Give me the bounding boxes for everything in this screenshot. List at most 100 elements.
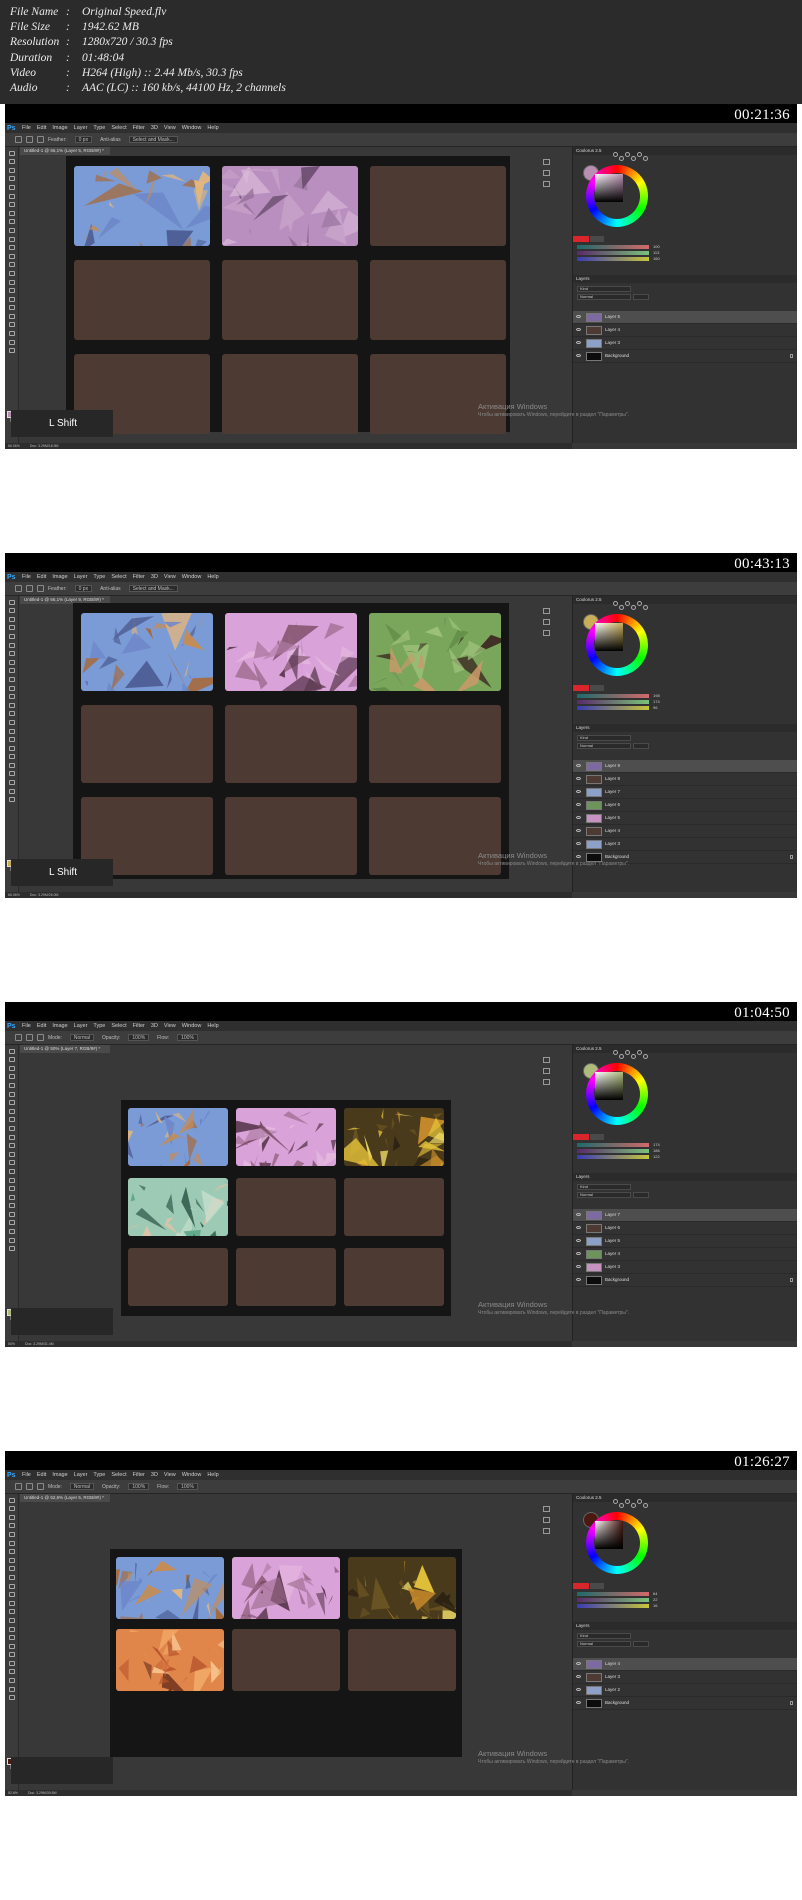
gradient-tool-icon[interactable] (8, 1592, 15, 1598)
color-wheel[interactable] (586, 1063, 648, 1125)
type-tool-icon[interactable] (8, 279, 15, 285)
menu-item-view[interactable]: View (164, 574, 176, 580)
option-field[interactable]: 100% (177, 1034, 198, 1041)
more-tool-icon[interactable] (8, 322, 15, 328)
healing-tool-icon[interactable] (8, 651, 15, 657)
rectangle-tool-icon[interactable] (8, 1643, 15, 1649)
menu-item-edit[interactable]: Edit (37, 1472, 46, 1478)
healing-tool-icon[interactable] (8, 1549, 15, 1555)
preset-dot[interactable] (625, 1050, 630, 1055)
color-slider[interactable] (577, 1149, 649, 1153)
blur-tool-icon[interactable] (8, 702, 15, 708)
saturation-square[interactable] (595, 1072, 623, 1100)
color-wheel[interactable] (586, 614, 648, 676)
hand-tool-icon[interactable] (8, 1652, 15, 1658)
more-tool-icon[interactable] (8, 771, 15, 777)
document-canvas[interactable] (66, 156, 510, 434)
move-tool-icon[interactable] (8, 1497, 15, 1503)
menu-item-file[interactable]: File (22, 125, 31, 131)
layer-kind-filter[interactable]: Kind (577, 286, 631, 292)
blend-mode-select[interactable]: Normal (577, 294, 631, 300)
hand-icon[interactable] (543, 1528, 550, 1534)
edit-toolbar-tool-icon[interactable] (8, 780, 15, 786)
pin-icon[interactable] (543, 170, 550, 176)
preset-dot[interactable] (625, 152, 630, 157)
eye-icon[interactable] (576, 1226, 581, 1229)
option-field[interactable]: 100% (128, 1034, 150, 1041)
color-slider[interactable] (577, 251, 649, 255)
color-slider[interactable] (577, 706, 649, 710)
tool-preset-icon[interactable] (15, 1483, 22, 1490)
stamp-tool-icon[interactable] (8, 1566, 15, 1572)
color-mode-tab[interactable] (573, 1134, 589, 1140)
menu-item-type[interactable]: Type (93, 574, 105, 580)
option-field[interactable]: 100% (128, 1483, 150, 1490)
pen-tool-icon[interactable] (8, 719, 15, 725)
color-slider[interactable] (577, 1592, 649, 1596)
layer-row[interactable]: Layer 2 (573, 1684, 797, 1697)
hand-icon[interactable] (543, 630, 550, 636)
zoom-tool-icon[interactable] (8, 762, 15, 768)
option-field[interactable]: Select and Mask... (128, 136, 178, 143)
quick-select-tool-icon[interactable] (8, 1523, 15, 1529)
eye-icon[interactable] (576, 829, 581, 832)
eyedropper-tool-icon[interactable] (8, 193, 15, 199)
menu-item-window[interactable]: Window (182, 574, 202, 580)
menu-item-filter[interactable]: Filter (133, 125, 145, 131)
opacity-field[interactable] (633, 294, 649, 300)
menu-item-edit[interactable]: Edit (37, 1023, 46, 1029)
new-selection-icon[interactable] (26, 1034, 33, 1041)
more-tool-icon[interactable] (8, 1220, 15, 1226)
preset-dot[interactable] (643, 605, 648, 610)
menu-item-layer[interactable]: Layer (74, 574, 88, 580)
layer-row[interactable]: Layer 3 (573, 1671, 797, 1684)
saturation-square[interactable] (595, 623, 623, 651)
screen-mode-tool-icon[interactable] (8, 1246, 15, 1252)
menu-item-select[interactable]: Select (111, 574, 126, 580)
path-select-tool-icon[interactable] (8, 1635, 15, 1641)
color-slider[interactable] (577, 694, 649, 698)
menu-item-view[interactable]: View (164, 125, 176, 131)
edit-toolbar-tool-icon[interactable] (8, 1229, 15, 1235)
type-tool-icon[interactable] (8, 728, 15, 734)
quick-mask-tool-icon[interactable] (8, 1686, 15, 1692)
lasso-tool-icon[interactable] (8, 167, 15, 173)
document-canvas[interactable] (121, 1100, 451, 1316)
zoom-tool-icon[interactable] (8, 313, 15, 319)
preset-dot[interactable] (613, 1499, 618, 1504)
swatches-tab[interactable] (590, 685, 604, 691)
history-brush-tool-icon[interactable] (8, 1574, 15, 1580)
preset-dot[interactable] (643, 1503, 648, 1508)
brush-tool-icon[interactable] (8, 1108, 15, 1114)
quick-mask-tool-icon[interactable] (8, 788, 15, 794)
blur-tool-icon[interactable] (8, 253, 15, 259)
screen-mode-tool-icon[interactable] (8, 797, 15, 803)
menu-item-edit[interactable]: Edit (37, 574, 46, 580)
zoom-tool-icon[interactable] (8, 1660, 15, 1666)
crop-tool-icon[interactable] (8, 1531, 15, 1537)
eye-icon[interactable] (576, 777, 581, 780)
preset-dot[interactable] (619, 1503, 624, 1508)
brush-tool-icon[interactable] (8, 1557, 15, 1563)
eye-icon[interactable] (576, 790, 581, 793)
swatches-tab[interactable] (590, 1583, 604, 1589)
tool-preset-icon[interactable] (15, 1034, 22, 1041)
opacity-field[interactable] (633, 1192, 649, 1198)
preset-dot[interactable] (631, 1503, 636, 1508)
brush-tool-icon[interactable] (8, 210, 15, 216)
double-arrow-icon[interactable] (543, 608, 550, 614)
menu-item-filter[interactable]: Filter (133, 574, 145, 580)
menu-item-3d[interactable]: 3D (151, 1023, 158, 1029)
menu-item-view[interactable]: View (164, 1023, 176, 1029)
brush-tool-icon[interactable] (8, 659, 15, 665)
menu-item-image[interactable]: Image (52, 125, 67, 131)
eye-icon[interactable] (576, 1239, 581, 1242)
layer-row[interactable]: Layer 7 (573, 786, 797, 799)
path-select-tool-icon[interactable] (8, 1186, 15, 1192)
crop-tool-icon[interactable] (8, 633, 15, 639)
rectangle-tool-icon[interactable] (8, 745, 15, 751)
color-wheel[interactable] (586, 165, 648, 227)
hand-tool-icon[interactable] (8, 1203, 15, 1209)
menu-item-layer[interactable]: Layer (74, 125, 88, 131)
eraser-tool-icon[interactable] (8, 1583, 15, 1589)
